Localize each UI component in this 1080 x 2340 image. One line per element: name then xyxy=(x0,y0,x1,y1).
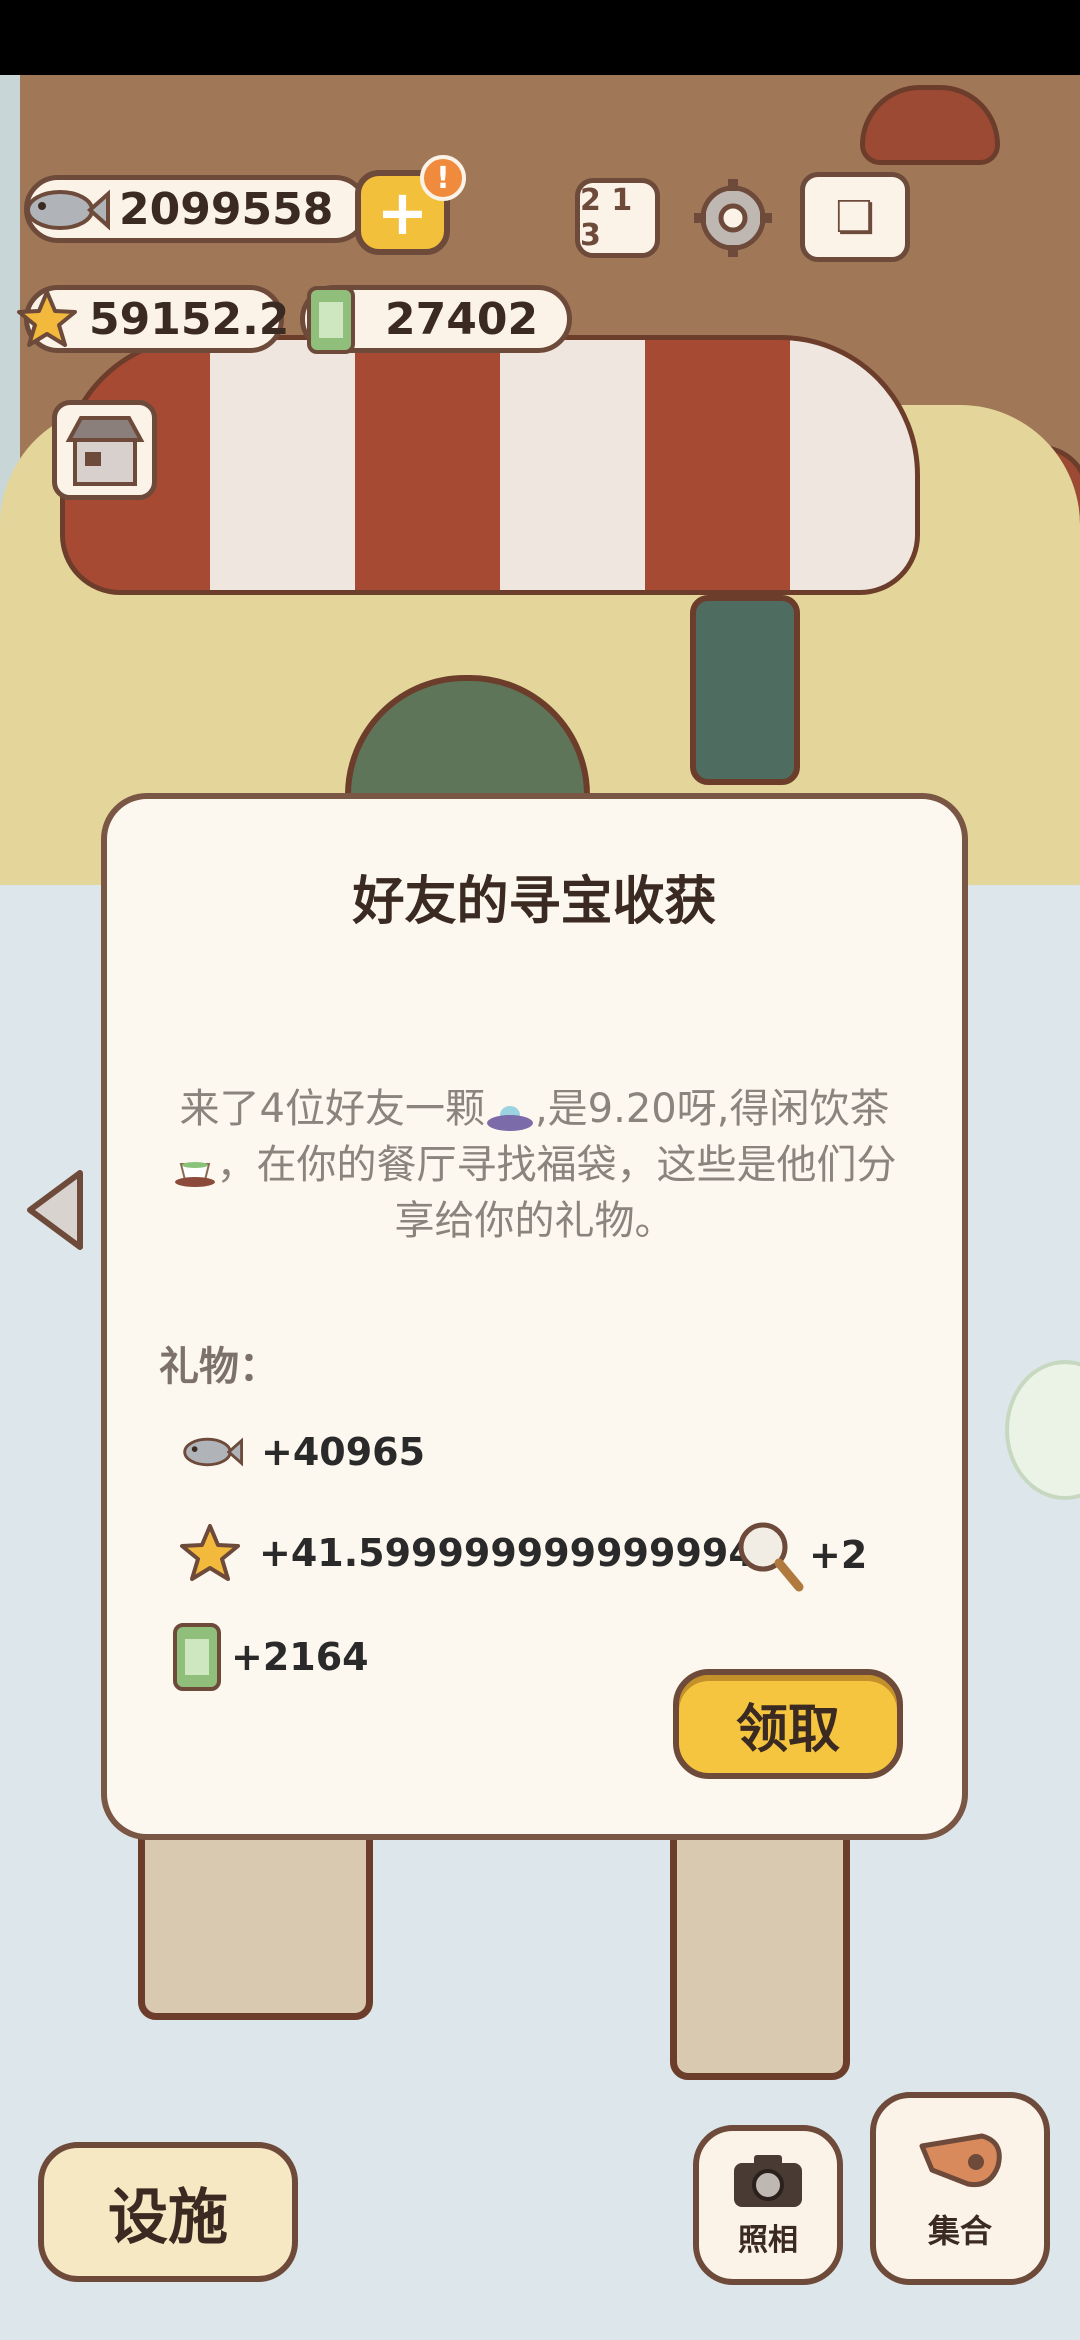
tea-icon xyxy=(173,1147,217,1187)
ticket-icon xyxy=(173,1623,221,1691)
album-button[interactable]: ❏ xyxy=(800,172,910,262)
gift-ticket: +2164 xyxy=(167,1619,369,1695)
plus-icon: + xyxy=(376,176,429,249)
facilities-button[interactable]: 设施 xyxy=(38,2142,298,2282)
alert-badge: ! xyxy=(420,155,466,201)
gather-button[interactable]: 集合 xyxy=(870,2092,1050,2285)
magnifier-icon xyxy=(738,1522,804,1592)
book-icon: ❏ xyxy=(835,191,875,243)
vending-machine xyxy=(670,1820,850,2080)
ranking-button[interactable]: 2 1 3 xyxy=(575,178,660,258)
dialog-title: 好友的寻宝收获 xyxy=(352,872,717,932)
shop-icon xyxy=(65,416,144,486)
star-icon xyxy=(180,1524,240,1581)
shop-button[interactable] xyxy=(52,400,157,500)
gift-star: +41.599999999999994 xyxy=(179,1522,755,1584)
left-arrow-button[interactable] xyxy=(20,1165,90,1255)
status-bar xyxy=(0,0,1080,75)
gift-magnifier: +2 xyxy=(733,1517,867,1593)
gather-label: 集合 xyxy=(927,2211,992,2250)
fish-icon xyxy=(20,175,110,245)
podium-icon: 2 1 3 xyxy=(580,183,633,253)
photo-label: 照相 xyxy=(738,2223,798,2258)
ticket-icon xyxy=(296,280,366,360)
ufo-icon xyxy=(485,1094,535,1131)
restaurant-window xyxy=(690,595,800,785)
left-arrow-icon xyxy=(27,1170,83,1250)
star-icon xyxy=(14,286,80,352)
gift-fish: +40965 xyxy=(179,1424,425,1480)
photo-button[interactable]: 照相 xyxy=(693,2125,843,2285)
facilities-label: 设施 xyxy=(108,2182,228,2253)
settings-button[interactable] xyxy=(690,175,776,261)
claim-button[interactable]: 领取 xyxy=(673,1669,903,1779)
whistle-icon xyxy=(919,2133,1002,2187)
treasure-dialog: 好友的寻宝收获 来了4位好友一颗 ,是9.20呀,得闲饮茶 ，在你的餐厅寻找福袋… xyxy=(101,793,968,1840)
gifts-label: 礼物： xyxy=(159,1344,279,1390)
fish-icon xyxy=(183,1437,243,1467)
vending-machine xyxy=(138,1820,373,2020)
dialog-message: 来了4位好友一颗 ,是9.20呀,得闲饮茶 ，在你的餐厅寻找福袋，这些是他们分享… xyxy=(167,1081,902,1249)
camera-icon xyxy=(734,2155,802,2207)
gear-icon xyxy=(694,179,772,257)
awning xyxy=(60,335,920,595)
